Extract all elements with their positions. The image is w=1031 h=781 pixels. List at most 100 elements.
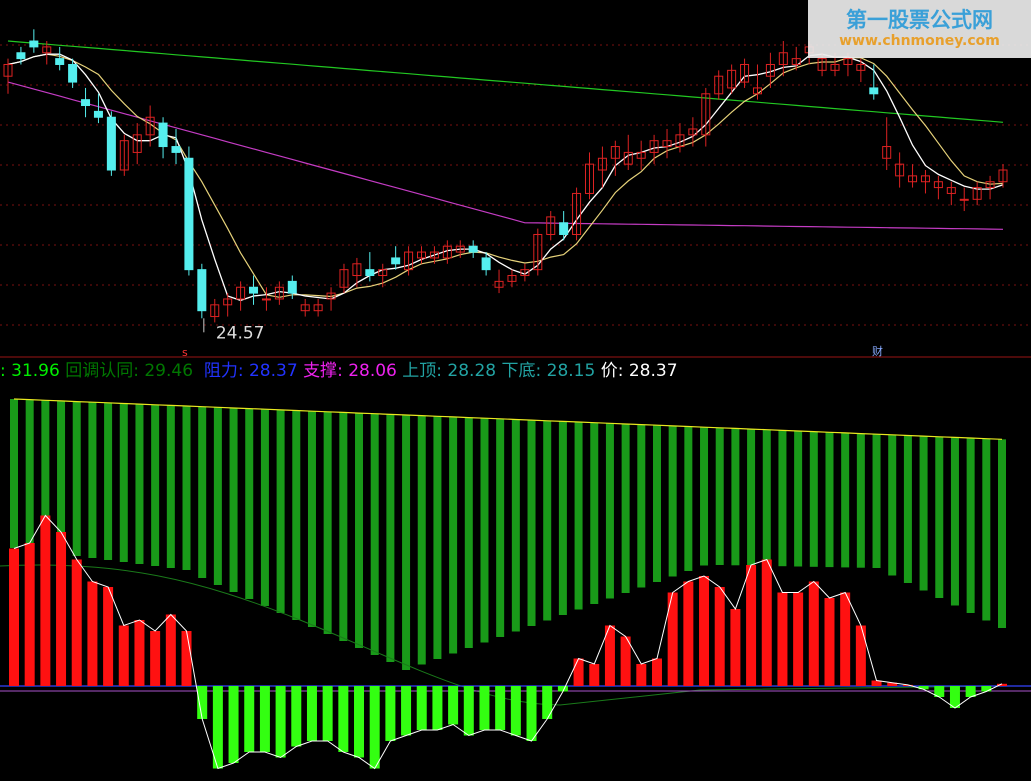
histogram-line: [13, 514, 1003, 770]
histogram-bar: [463, 686, 474, 736]
indicator-bar: [652, 425, 661, 582]
histogram-bar: [197, 686, 208, 719]
histogram-bar: [165, 614, 176, 686]
histogram-bar: [510, 686, 521, 736]
candle-body: [29, 40, 39, 48]
histogram-bar: [228, 686, 239, 763]
candle-body: [55, 58, 65, 65]
indicator-bar: [57, 400, 66, 554]
histogram-bar: [322, 686, 333, 741]
indicator-bar: [496, 418, 505, 637]
histogram-bar: [338, 686, 349, 752]
histogram-bar: [354, 686, 365, 758]
candle-body: [869, 87, 879, 95]
candle-body: [158, 122, 168, 148]
ma-white-line: [7, 53, 1004, 302]
low-label: 24.57: [216, 323, 265, 343]
candle-body: [197, 269, 207, 312]
histogram-bar: [683, 581, 694, 686]
indicator-bar: [339, 412, 348, 641]
indicator-bar: [355, 413, 364, 648]
indicator-bar: [888, 434, 897, 576]
indicator-bar: [166, 405, 175, 568]
ma-yellow-line: [7, 53, 1004, 298]
histogram-bar: [730, 609, 741, 686]
candle-body: [93, 110, 103, 118]
watermark-url: www.chnmoney.com: [839, 33, 1000, 49]
indicator-bar: [731, 428, 740, 566]
histogram-bar: [71, 559, 82, 686]
indicator-bar: [919, 436, 928, 591]
histogram-bar: [824, 598, 835, 686]
histogram-bar: [636, 664, 647, 686]
legend-6-name: 价: [600, 361, 618, 381]
indicator-bar: [794, 431, 803, 567]
indicator-bar: [762, 429, 771, 566]
histogram-bar: [808, 581, 819, 686]
histogram-bar: [495, 686, 506, 730]
candle-body: [106, 116, 116, 171]
histogram-bar: [275, 686, 286, 758]
histogram-bar: [244, 686, 255, 752]
watermark-title: 第一股票公式网: [846, 8, 993, 32]
histogram-bar: [416, 686, 427, 730]
indicator-bar: [778, 430, 787, 567]
histogram-bar: [118, 625, 129, 686]
indicator-bar: [700, 427, 709, 566]
indicator-bar: [747, 429, 756, 566]
indicator-bar: [25, 399, 34, 550]
indicator-bar: [323, 411, 332, 634]
legend-4-name: 上顶: [402, 361, 437, 381]
histogram-bar: [103, 587, 114, 686]
indicator-bar: [527, 420, 536, 626]
price-chart: 24.57 s 财: [0, 29, 1031, 770]
histogram-bar: [306, 686, 317, 741]
candle-body: [481, 257, 491, 271]
indicator-bar: [684, 426, 693, 571]
indicator-bar: [668, 425, 677, 577]
indicator-bar: [935, 436, 944, 598]
indicator-bar: [856, 433, 865, 568]
candle-body: [365, 269, 375, 277]
indicator-bar: [104, 402, 113, 560]
indicator-bar: [464, 417, 473, 648]
indicator-bar: [480, 418, 489, 643]
legend-1-name: 回调认同: [65, 361, 134, 381]
indicator-bar: [558, 421, 567, 615]
indicator-bar: [229, 407, 238, 592]
indicator-bar: [417, 415, 426, 665]
indicator-bar: [841, 432, 850, 568]
indicator-bar: [574, 422, 583, 610]
indicator-bar: [72, 401, 81, 556]
histogram-bar: [87, 581, 98, 686]
indicator-bar: [950, 437, 959, 606]
indicator-bar: [621, 423, 630, 593]
histogram-bar: [777, 592, 788, 686]
candle-body: [81, 99, 91, 107]
indicator-bar: [715, 427, 724, 565]
histogram-bar: [9, 548, 19, 686]
histogram-bar: [855, 625, 866, 686]
histogram-bar: [24, 543, 35, 686]
legend-6-value: 28.37: [628, 361, 678, 381]
indicator-bar: [213, 407, 222, 585]
candle-body: [16, 52, 26, 60]
candle-body: [391, 257, 401, 265]
indicator-bar: [245, 408, 254, 599]
histogram-bar: [699, 576, 710, 686]
indicator-bar: [119, 403, 128, 562]
histogram-bar: [291, 686, 302, 747]
indicator-bar: [276, 409, 285, 613]
indicator-bar: [307, 411, 316, 627]
histogram-bar: [56, 532, 67, 686]
candle-body: [171, 146, 181, 153]
candle-body: [68, 63, 78, 83]
candle-body: [559, 222, 569, 235]
histogram-bar: [401, 686, 412, 736]
legend-1-value: 29.46: [144, 361, 194, 381]
indicator-bar: [88, 402, 97, 558]
legend-0-value: 31.96: [11, 361, 60, 381]
indicator-top-line: [13, 398, 1003, 440]
histogram-bar: [949, 686, 960, 708]
indicator-bar: [998, 439, 1006, 628]
